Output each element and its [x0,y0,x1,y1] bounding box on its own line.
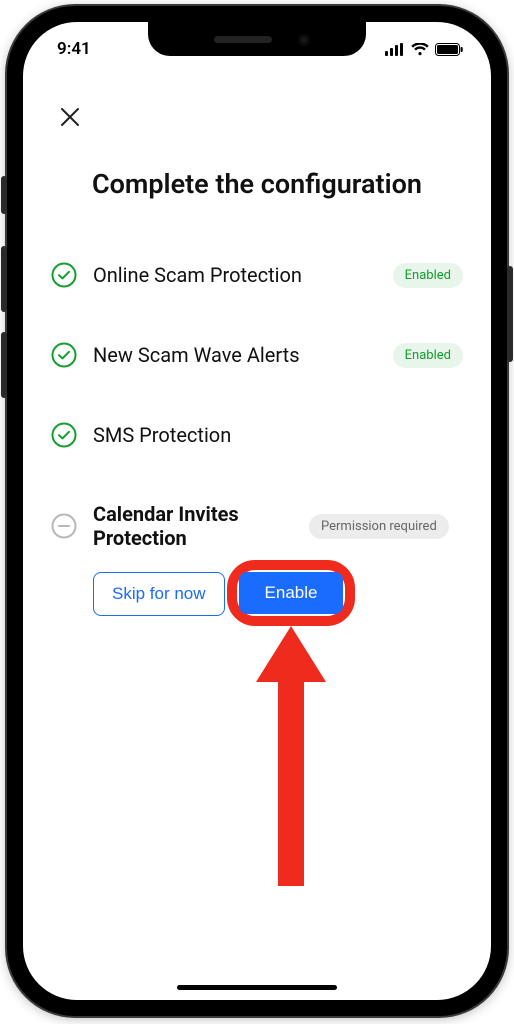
battery-icon [435,43,463,56]
feature-row-calendar: Calendar Invites Protection Permission r… [51,486,463,566]
page-title: Complete the configuration [51,168,463,200]
close-icon [59,106,81,128]
content: Complete the configuration Online Scam P… [23,68,491,1000]
enable-button[interactable]: Enable [239,572,344,614]
screen: 9:41 [23,22,491,1000]
check-circle-icon [51,422,77,448]
check-circle-icon [51,262,77,288]
signal-icon [385,43,405,56]
annotation-arrow-icon [256,626,326,886]
feature-row-online-scam: Online Scam Protection Enabled [51,246,463,304]
pending-circle-icon [51,513,77,539]
status-time: 9:41 [57,39,91,59]
feature-label: Calendar Invites Protection [93,502,293,550]
status-badge-permission: Permission required [309,514,449,539]
check-circle-icon [51,342,77,368]
status-badge-enabled: Enabled [393,343,463,368]
feature-row-wave-alerts: New Scam Wave Alerts Enabled [51,326,463,384]
notch [148,22,366,56]
status-badge-enabled: Enabled [393,263,463,288]
feature-label: SMS Protection [93,423,463,447]
skip-button[interactable]: Skip for now [93,572,225,616]
action-row: Skip for now Enable [93,572,463,616]
close-button[interactable] [55,102,85,132]
home-indicator [177,985,337,990]
wifi-icon [411,43,429,56]
status-right [385,43,463,56]
feature-label: Online Scam Protection [93,263,377,287]
feature-label: New Scam Wave Alerts [93,343,377,367]
phone-frame: 9:41 [7,6,507,1016]
feature-row-sms: SMS Protection [51,406,463,464]
